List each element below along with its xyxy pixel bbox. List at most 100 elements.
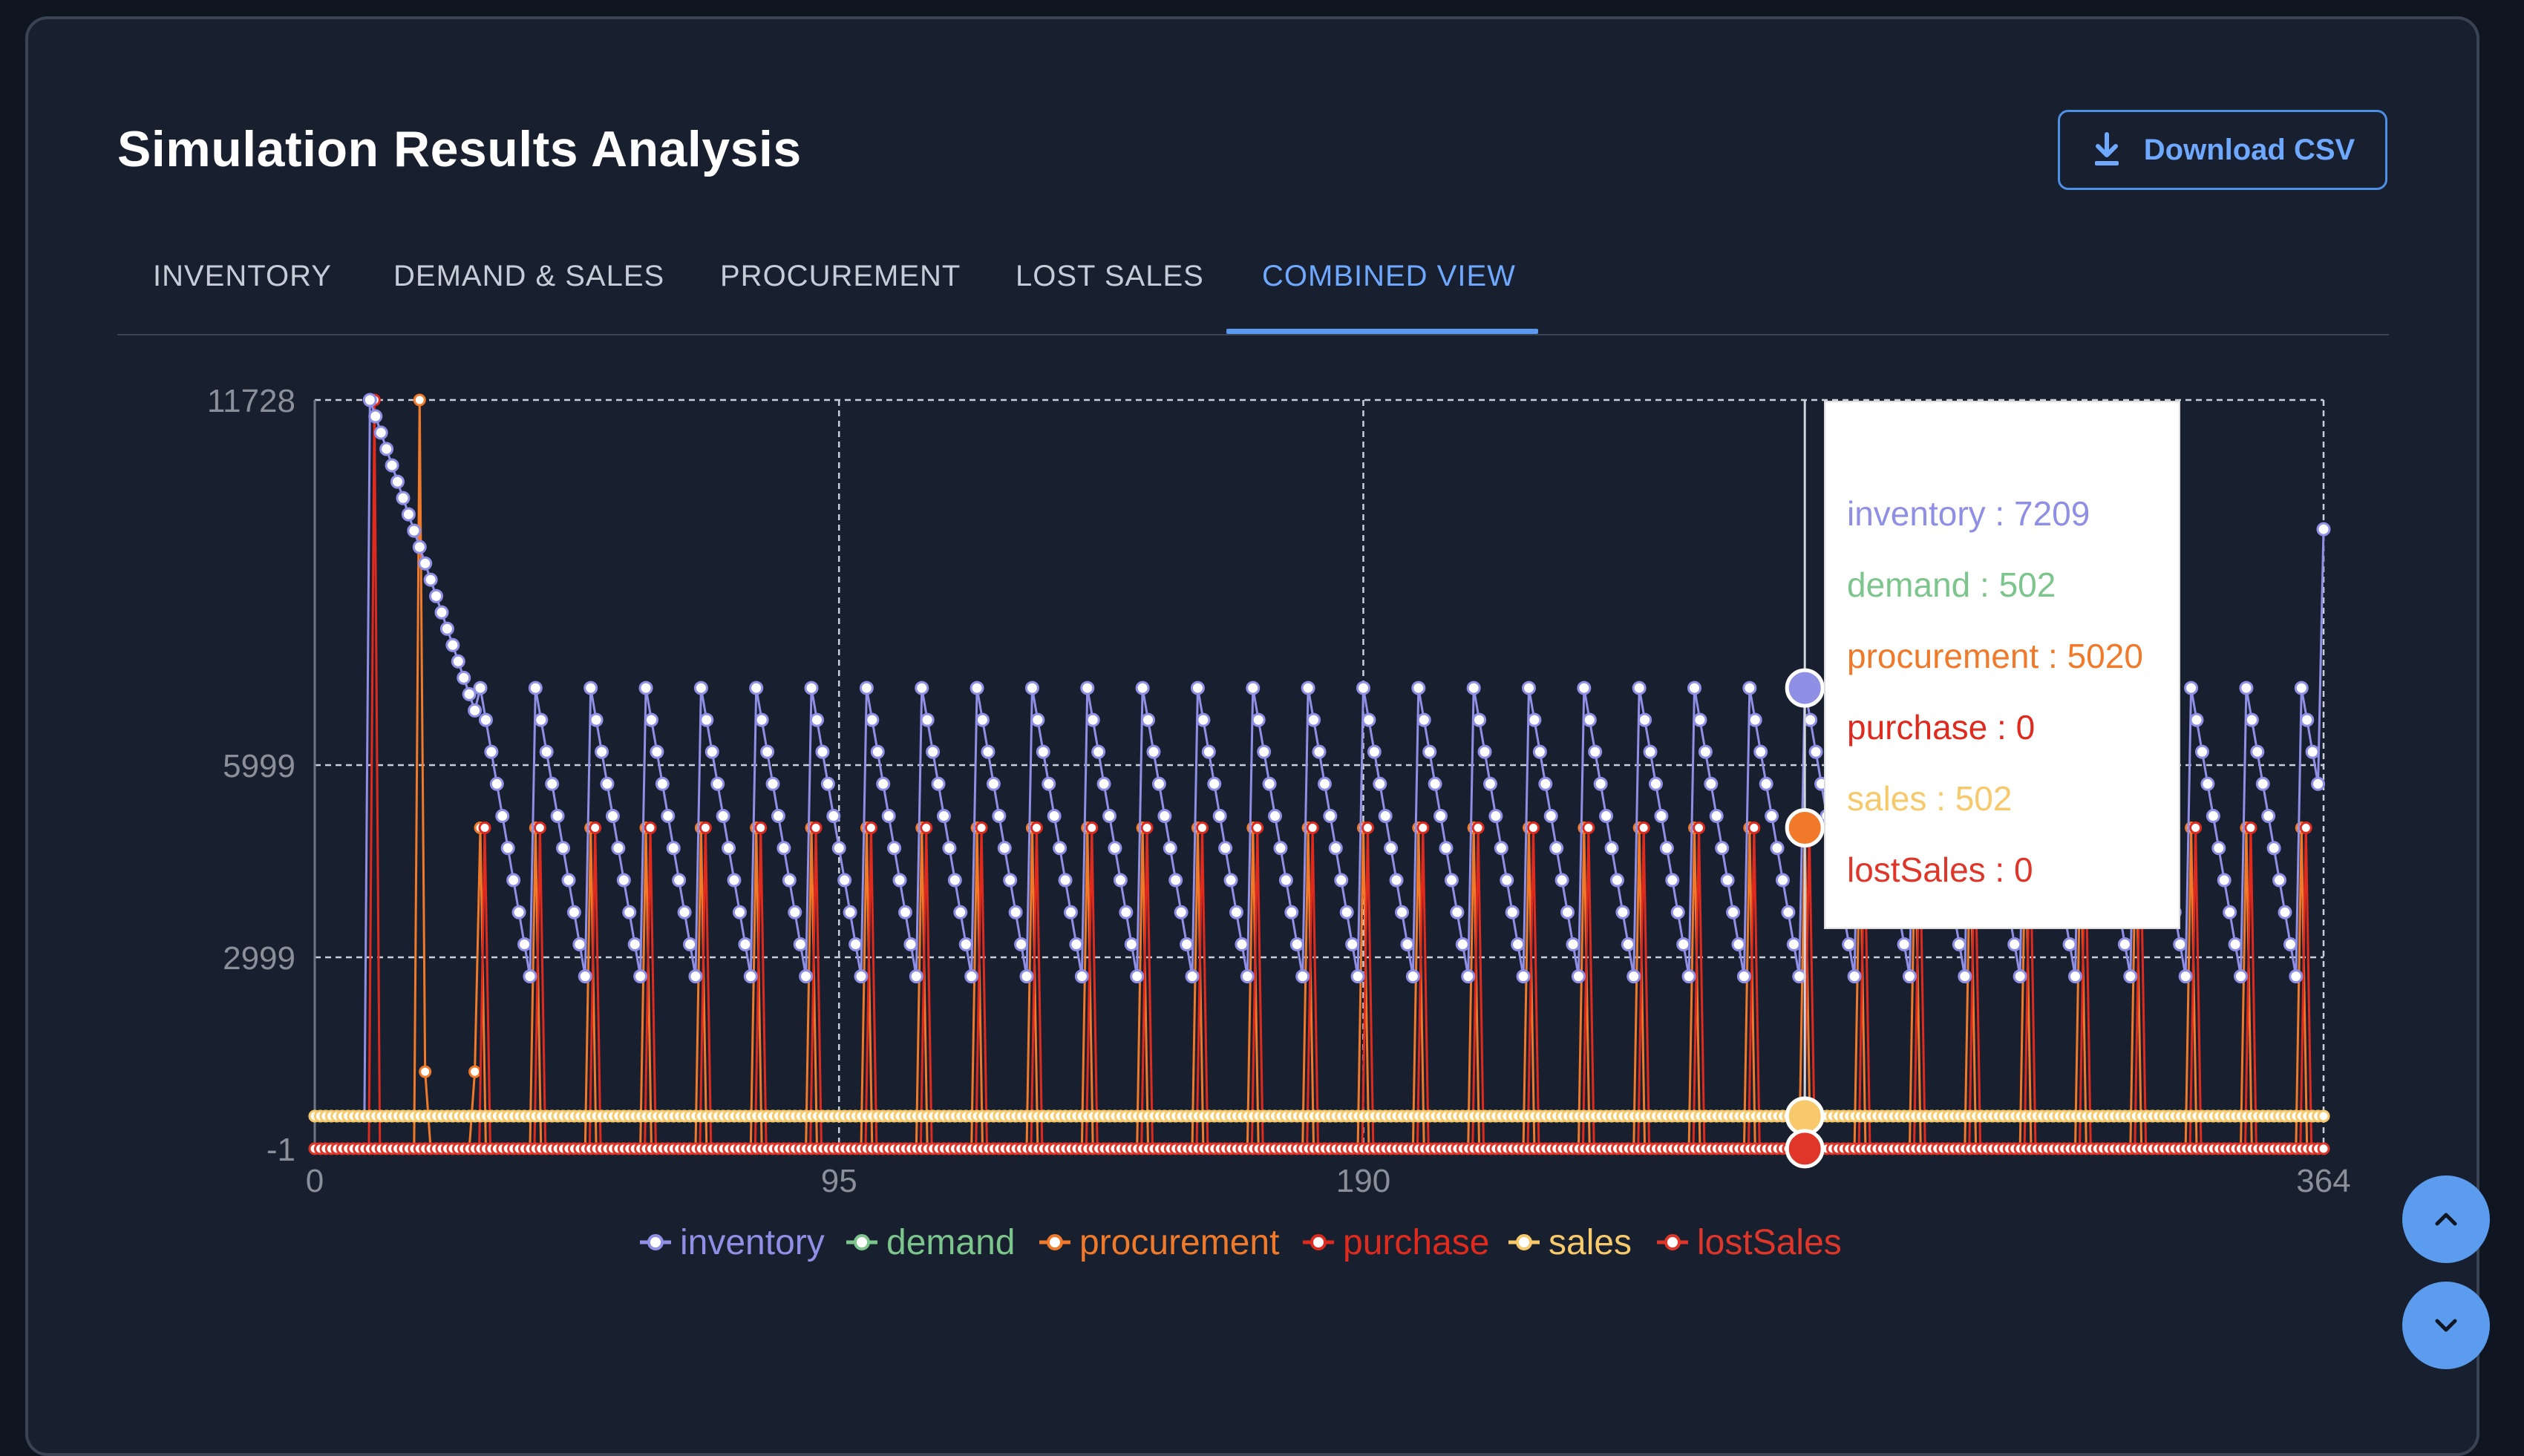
inventory-point <box>804 681 819 695</box>
inventory-point <box>423 572 438 587</box>
inventory-point <box>743 969 758 984</box>
inventory-point <box>688 969 703 984</box>
purchase-point <box>1140 822 1154 835</box>
legend-swatch-marker <box>1310 1234 1327 1250</box>
inventory-point <box>898 905 912 919</box>
inventory-point <box>1676 937 1691 952</box>
inventory-point <box>368 409 383 424</box>
inventory-point <box>1511 937 1526 952</box>
inventory-point <box>622 905 637 919</box>
legend-item-sales[interactable]: sales <box>1508 1223 1632 1262</box>
inventory-point <box>1096 776 1111 791</box>
inventory-point <box>1715 841 1730 856</box>
inventory-point <box>1190 681 1205 695</box>
y-tick-label: -1 <box>267 1132 295 1168</box>
scroll-down-button[interactable] <box>2402 1282 2490 1369</box>
inventory-point <box>1278 873 1293 888</box>
purchase-point <box>478 822 491 835</box>
purchase-point <box>1030 822 1043 835</box>
tooltip-entry-sales: sales : 502 <box>1847 779 2012 818</box>
inventory-point <box>2206 809 2220 824</box>
inventory-point <box>1781 905 1796 919</box>
inventory-point <box>1775 873 1790 888</box>
legend-item-procurement[interactable]: procurement <box>1039 1223 1279 1262</box>
inventory-point <box>1350 969 1365 984</box>
inventory-point <box>1268 809 1283 824</box>
inventory-point <box>1759 776 1773 791</box>
inventory-point <box>1295 969 1310 984</box>
inventory-point <box>1765 809 1779 824</box>
inventory-point <box>870 744 885 759</box>
legend-item-purchase[interactable]: purchase <box>1303 1223 1489 1262</box>
inventory-point <box>1058 873 1073 888</box>
legend-item-demand[interactable]: demand <box>846 1223 1015 1262</box>
active-point-inventory <box>1785 668 1825 708</box>
scroll-up-button[interactable] <box>2402 1175 2490 1263</box>
inventory-point <box>865 712 880 727</box>
inventory-point <box>1532 744 1547 759</box>
purchase-point <box>2244 822 2257 835</box>
inventory-point <box>2067 969 2082 984</box>
y-tick-label: 2999 <box>223 940 295 977</box>
inventory-point <box>517 937 532 952</box>
inventory-point <box>561 873 576 888</box>
x-tick-label: 190 <box>1336 1163 1390 1199</box>
inventory-point <box>732 905 747 919</box>
inventory-point <box>1257 744 1272 759</box>
inventory-point <box>1958 969 1972 984</box>
inventory-point <box>1091 744 1106 759</box>
inventory-point <box>1693 712 1707 727</box>
legend-item-inventory[interactable]: inventory <box>640 1223 825 1262</box>
inventory-point <box>1566 937 1580 952</box>
inventory-point <box>1273 841 1288 856</box>
lostSales-series <box>308 1142 2330 1155</box>
purchase-point <box>975 822 988 835</box>
inventory-point <box>484 744 499 759</box>
inventory-point <box>2189 712 2204 727</box>
inventory-point <box>754 712 769 727</box>
inventory-point <box>2278 905 2292 919</box>
inventory-point <box>2239 681 2254 695</box>
inventory-point <box>1466 681 1481 695</box>
inventory-point <box>1428 776 1442 791</box>
inventory-point <box>655 776 670 791</box>
inventory-point <box>2316 522 2331 537</box>
inventory-point <box>1074 969 1089 984</box>
legend-swatch-marker <box>854 1234 870 1250</box>
legend-label: lostSales <box>1697 1223 1842 1262</box>
inventory-point <box>771 809 785 824</box>
inventory-point <box>1842 937 1857 952</box>
inventory-point <box>931 776 946 791</box>
inventory-point <box>1130 969 1145 984</box>
legend-swatch-marker <box>1047 1234 1063 1250</box>
inventory-point <box>1301 681 1315 695</box>
inventory-point <box>1395 905 1410 919</box>
inventory-point <box>859 681 874 695</box>
inventory-point <box>1378 809 1393 824</box>
purchase-point <box>809 822 823 835</box>
inventory-point <box>1312 744 1327 759</box>
inventory-point <box>600 776 615 791</box>
purchase-point <box>1582 822 1595 835</box>
inventory-point <box>1494 841 1508 856</box>
inventory-point <box>1019 969 1034 984</box>
procurement-point <box>419 1065 432 1078</box>
inventory-point <box>1422 744 1437 759</box>
inventory-point <box>2272 873 2287 888</box>
inventory-point <box>407 523 422 538</box>
inventory-point <box>545 776 560 791</box>
inventory-point <box>1124 937 1139 952</box>
inventory-point <box>1500 873 1514 888</box>
inventory-point <box>1080 681 1095 695</box>
inventory-point <box>611 841 626 856</box>
inventory-point <box>2300 712 2315 727</box>
inventory-point <box>1670 905 1685 919</box>
inventory-point <box>2283 937 2298 952</box>
purchase-point <box>699 822 712 835</box>
legend-item-lostSales[interactable]: lostSales <box>1657 1223 1842 1262</box>
inventory-point <box>683 937 698 952</box>
inventory-point <box>638 681 653 695</box>
inventory-point <box>2178 969 2193 984</box>
inventory-point <box>1786 937 1801 952</box>
x-tick-label: 0 <box>306 1163 324 1199</box>
